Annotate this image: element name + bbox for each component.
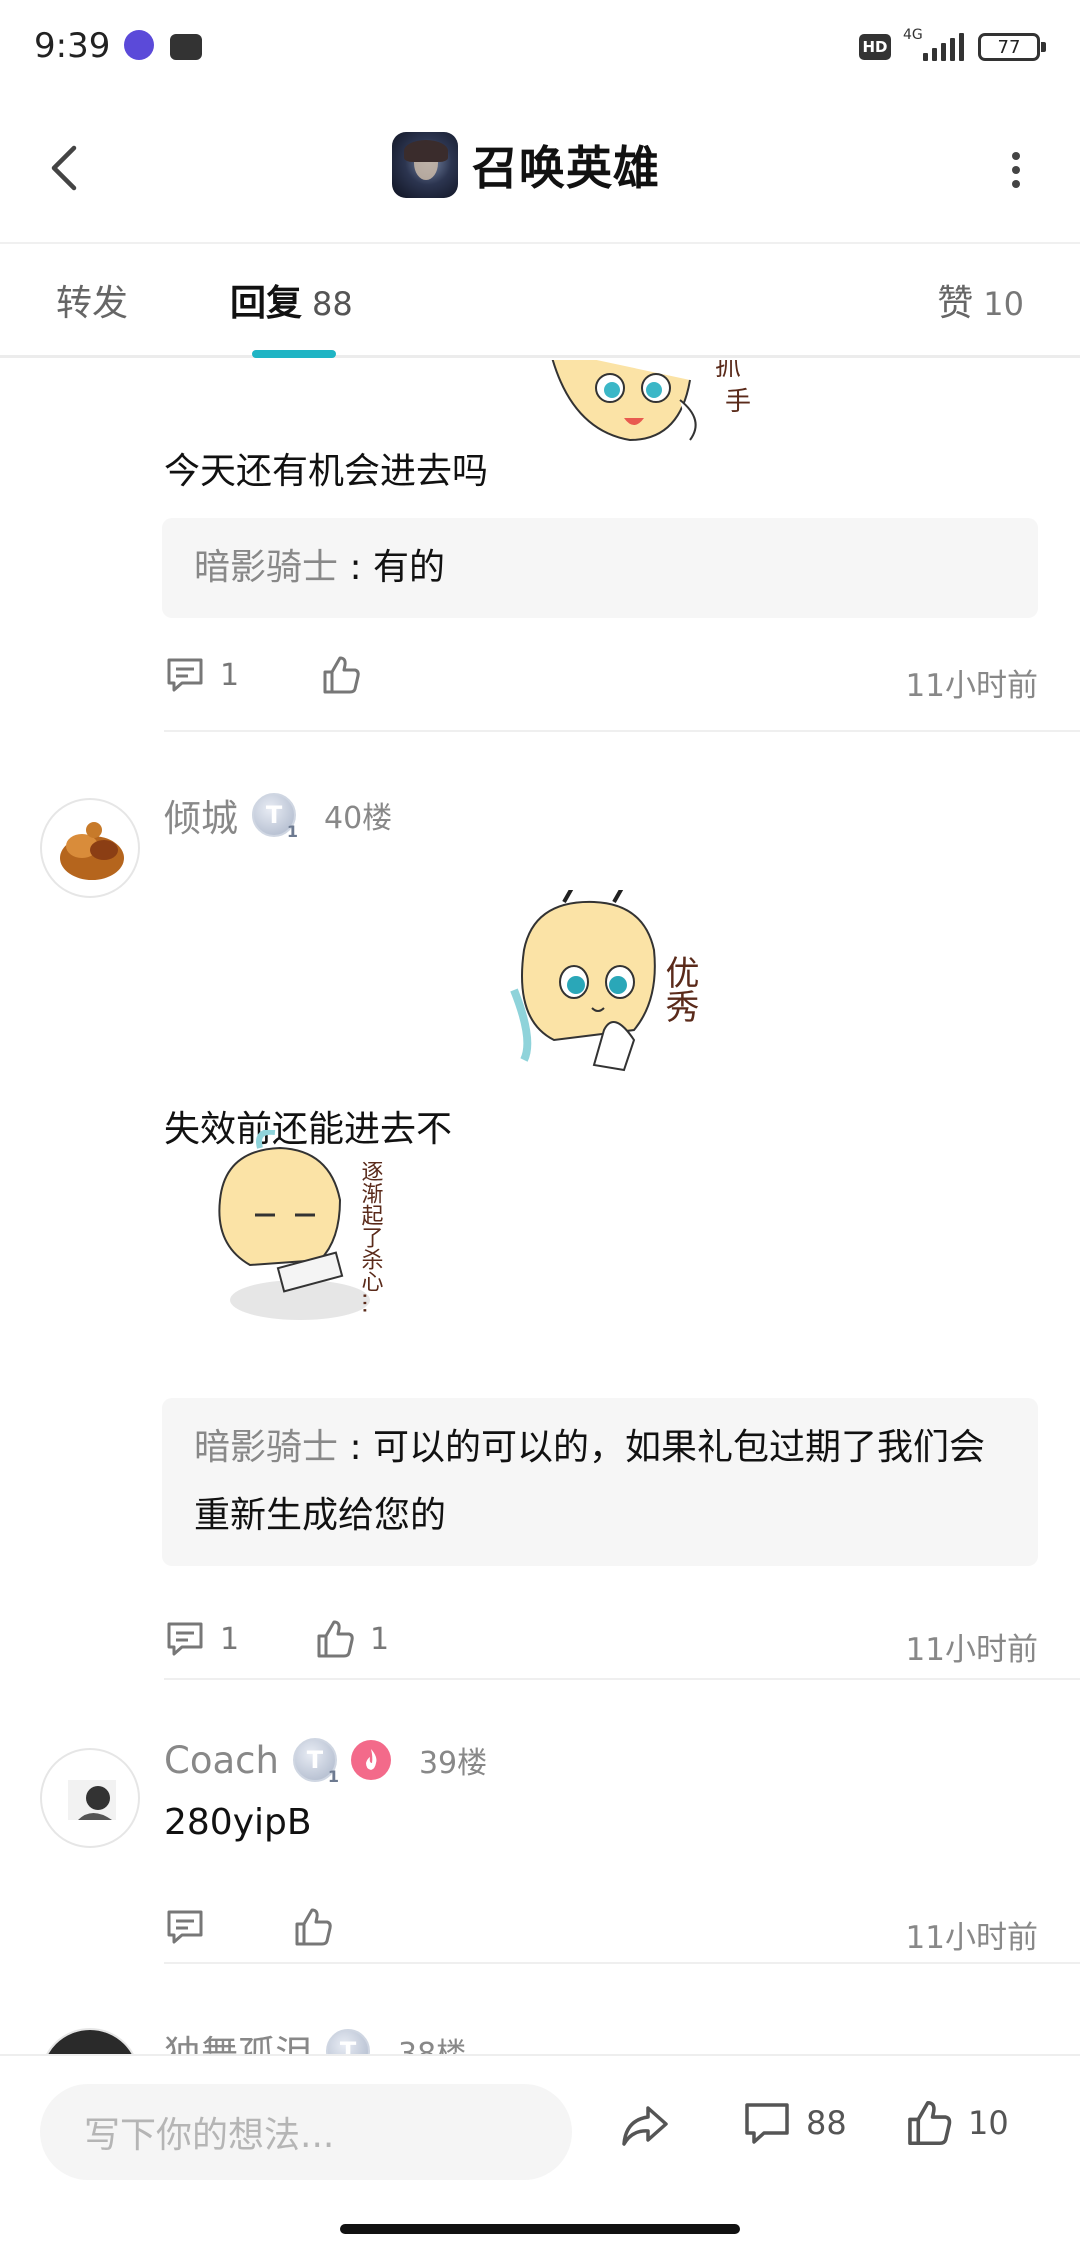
- post-actions: 1 1 11小时前: [164, 1618, 1038, 1668]
- floor-number: 38楼: [398, 2029, 466, 2054]
- comment-count: 1: [220, 657, 240, 693]
- status-bar: 9:39 HD 4G 77: [0, 0, 1080, 96]
- post-time: 11小时前: [905, 1632, 1038, 1668]
- avatar[interactable]: [40, 2028, 140, 2054]
- tab-replies-count: 88: [312, 285, 353, 323]
- tab-likes[interactable]: 赞 10: [937, 274, 1024, 326]
- divider: [164, 1678, 1080, 1680]
- comment-icon: [167, 1910, 203, 1944]
- quote-author[interactable]: 暗影骑士: [194, 1427, 338, 1468]
- quoted-reply[interactable]: 暗影骑士 : 可以的可以的，如果礼包过期了我们会重新生成给您的: [162, 1398, 1038, 1566]
- thumbs-up-icon: [908, 2100, 952, 2146]
- like-button[interactable]: 10: [904, 2098, 1009, 2148]
- back-icon[interactable]: [38, 138, 98, 198]
- comment-icon: [167, 658, 203, 692]
- sticker-image: 抓 手: [551, 360, 751, 442]
- like-button[interactable]: 1: [314, 1618, 389, 1660]
- post-text[interactable]: 今天还有机会进去吗: [164, 442, 488, 494]
- divider: [164, 730, 1080, 732]
- svg-text:抓: 抓: [715, 360, 741, 382]
- tieba-notification-icon: [124, 30, 154, 60]
- like-button[interactable]: [320, 654, 376, 696]
- post-time: 11小时前: [905, 668, 1038, 704]
- username-row: 独舞孤泪 T 38楼: [164, 2024, 466, 2054]
- status-time: 9:39: [34, 26, 111, 66]
- game-avatar-icon[interactable]: [392, 132, 458, 198]
- level-badge-icon[interactable]: T1: [292, 1738, 339, 1786]
- username-row: 倾城 T1 40楼: [164, 788, 392, 842]
- page-title[interactable]: 召唤英雄: [472, 132, 660, 198]
- quote-separator: :: [338, 1427, 374, 1468]
- thumbs-up-icon: [295, 1908, 332, 1946]
- post-text[interactable]: 280yipB: [164, 1802, 312, 1843]
- reply-input[interactable]: 写下你的想法...: [40, 2084, 572, 2180]
- floor-number: 39楼: [418, 1746, 488, 1781]
- message-notification-icon: [170, 34, 202, 60]
- quoted-reply[interactable]: 暗影骑士 : 有的: [162, 518, 1038, 618]
- svg-text:手: 手: [725, 387, 751, 417]
- signal-icon: [923, 33, 964, 61]
- username-row: Coach T1 39楼: [164, 1738, 488, 1786]
- sticker-image[interactable]: 逐渐起了杀心…: [200, 1130, 420, 1330]
- comment-count: 1: [220, 1621, 240, 1657]
- like-count: 10: [968, 2104, 1009, 2142]
- comment-icon: [167, 1622, 203, 1656]
- floor-number: 40楼: [324, 801, 393, 836]
- divider: [164, 1962, 1080, 1964]
- like-button[interactable]: [292, 1906, 348, 1948]
- battery-icon: 77: [978, 33, 1046, 61]
- home-indicator[interactable]: [340, 2224, 740, 2234]
- thumbs-up-icon: [323, 656, 360, 694]
- quote-author[interactable]: 暗影骑士: [194, 547, 338, 588]
- tab-likes-count: 10: [983, 285, 1024, 323]
- quote-text: 有的: [373, 547, 446, 588]
- comment-icon: [745, 2103, 789, 2144]
- level-badge-icon[interactable]: T: [326, 2029, 370, 2054]
- comment-button[interactable]: 88: [742, 2098, 847, 2148]
- quote-separator: :: [338, 547, 374, 588]
- sticker-caption: 优秀: [659, 955, 699, 1023]
- fire-badge-icon[interactable]: [350, 1740, 391, 1780]
- sticker-caption: 逐渐起了杀心…: [358, 1160, 384, 1314]
- avatar[interactable]: [40, 798, 140, 898]
- avatar[interactable]: [40, 1748, 140, 1848]
- more-options-icon[interactable]: [1012, 152, 1022, 188]
- username[interactable]: Coach: [164, 1739, 279, 1782]
- post-actions: 11小时前: [164, 1906, 1038, 1956]
- comment-button[interactable]: 1: [164, 1618, 239, 1660]
- tab-bar: 转发 回复 88 赞 10: [0, 244, 1080, 358]
- tab-forward-label: 转发: [56, 283, 129, 324]
- bottom-action-bar: 写下你的想法... 88 10: [0, 2054, 1080, 2204]
- share-icon: [622, 2106, 668, 2146]
- username[interactable]: 倾城: [164, 788, 238, 842]
- tab-replies-label: 回复: [230, 283, 303, 324]
- comment-button[interactable]: 1: [164, 654, 239, 696]
- comment-count: 88: [806, 2104, 847, 2142]
- network-type: 4G: [903, 27, 923, 43]
- comment-button[interactable]: [164, 1906, 220, 1948]
- share-button[interactable]: [618, 2098, 672, 2152]
- like-count: 1: [370, 1621, 390, 1657]
- header-bar: 召唤英雄: [0, 96, 1080, 244]
- thumbs-up-icon: [317, 1620, 354, 1658]
- tab-replies[interactable]: 回复 88: [230, 274, 353, 326]
- tab-forward[interactable]: 转发: [56, 274, 128, 326]
- post-actions: 1 11小时前: [164, 654, 1038, 704]
- sticker-image[interactable]: 优秀: [494, 890, 734, 1100]
- username[interactable]: 独舞孤泪: [164, 2024, 312, 2054]
- post-time: 11小时前: [905, 1920, 1038, 1956]
- hd-icon: HD: [859, 34, 891, 60]
- active-tab-indicator: [252, 350, 336, 358]
- reply-feed[interactable]: 抓 手 今天还有机会进去吗 暗影骑士 : 有的 1 11小时前 倾城 T1 40…: [0, 360, 1080, 2054]
- level-badge-icon[interactable]: T1: [252, 793, 298, 841]
- tab-likes-label: 赞: [937, 283, 974, 324]
